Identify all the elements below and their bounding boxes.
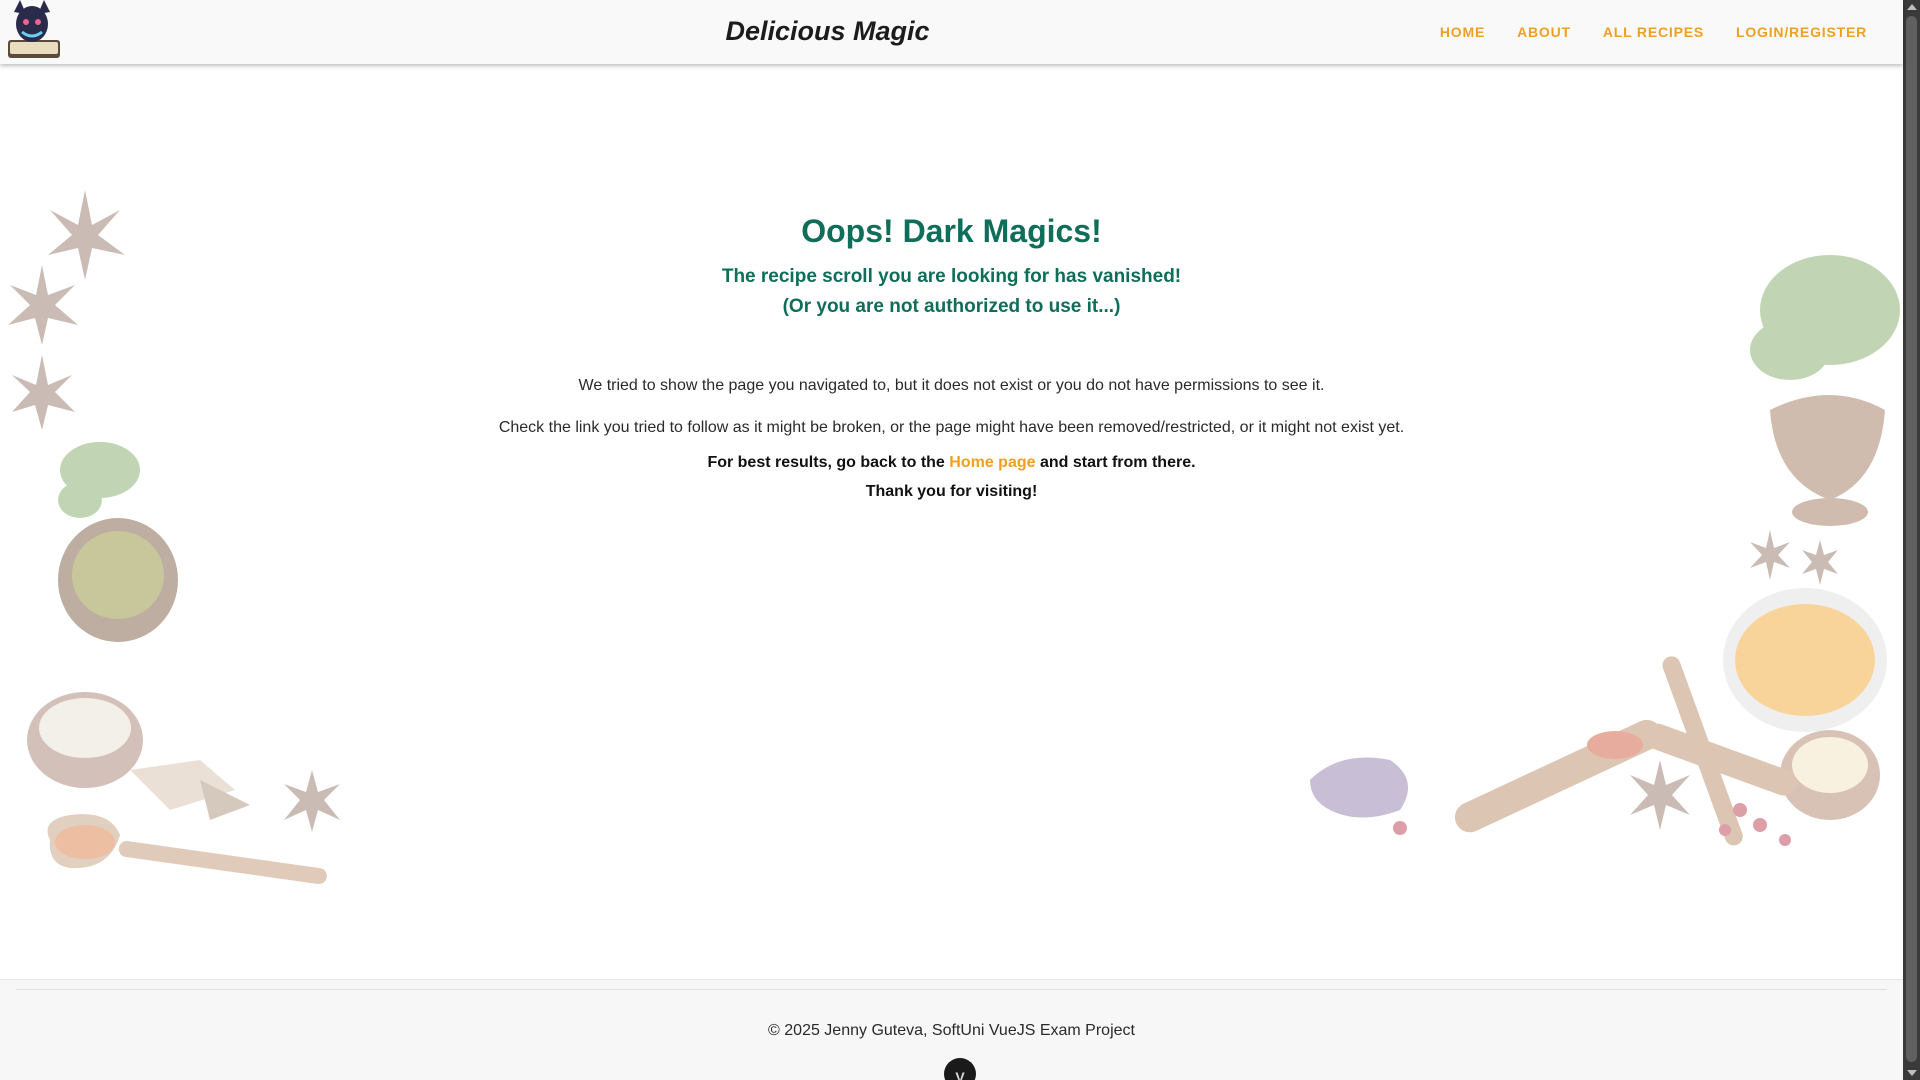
main-nav: HOME ABOUT ALL RECIPES LOGIN/REGISTER <box>1424 24 1883 40</box>
nav-home[interactable]: HOME <box>1424 24 1501 40</box>
scrollbar-thumb[interactable] <box>1906 16 1917 1062</box>
page-scrollbar[interactable] <box>1903 0 1920 1080</box>
nav-about[interactable]: ABOUT <box>1501 24 1587 40</box>
best-results-suffix: and start from there. <box>1035 454 1196 471</box>
home-page-link[interactable]: Home page <box>949 454 1035 471</box>
nav-all-recipes[interactable]: ALL RECIPES <box>1587 24 1720 40</box>
page-subtitle: The recipe scroll you are looking for ha… <box>0 262 1903 322</box>
top-navbar: Delicious Magic HOME ABOUT ALL RECIPES L… <box>0 0 1903 64</box>
vue-devtools-badge[interactable]: V <box>944 1058 976 1080</box>
thank-you-text: Thank you for visiting! <box>865 483 1038 500</box>
page-title: Oops! Dark Magics! <box>801 213 1102 249</box>
footer-divider <box>16 989 1887 990</box>
subtitle-line-2: (Or you are not authorized to use it...) <box>782 296 1121 317</box>
best-results-text: For best results, go back to the Home pa… <box>0 454 1903 472</box>
nav-login-register[interactable]: LOGIN/REGISTER <box>1720 24 1883 40</box>
footer: © 2025 Jenny Guteva, SoftUni VueJS Exam … <box>0 979 1903 1080</box>
scroll-down-arrow-icon[interactable] <box>1907 1070 1917 1076</box>
not-found-content: Oops! Dark Magics! The recipe scroll you… <box>0 64 1903 979</box>
check-link-text: Check the link you tried to follow as it… <box>498 419 1405 436</box>
best-results-prefix: For best results, go back to the <box>707 454 950 471</box>
subtitle-line-1: The recipe scroll you are looking for ha… <box>721 266 1182 287</box>
site-title[interactable]: Delicious Magic <box>0 16 1655 47</box>
explanation-text: We tried to show the page you navigated … <box>578 377 1325 394</box>
scroll-up-arrow-icon[interactable] <box>1907 4 1917 10</box>
copyright-text: © 2025 Jenny Guteva, SoftUni VueJS Exam … <box>768 1022 1135 1039</box>
vue-badge-label: V <box>955 1069 965 1080</box>
